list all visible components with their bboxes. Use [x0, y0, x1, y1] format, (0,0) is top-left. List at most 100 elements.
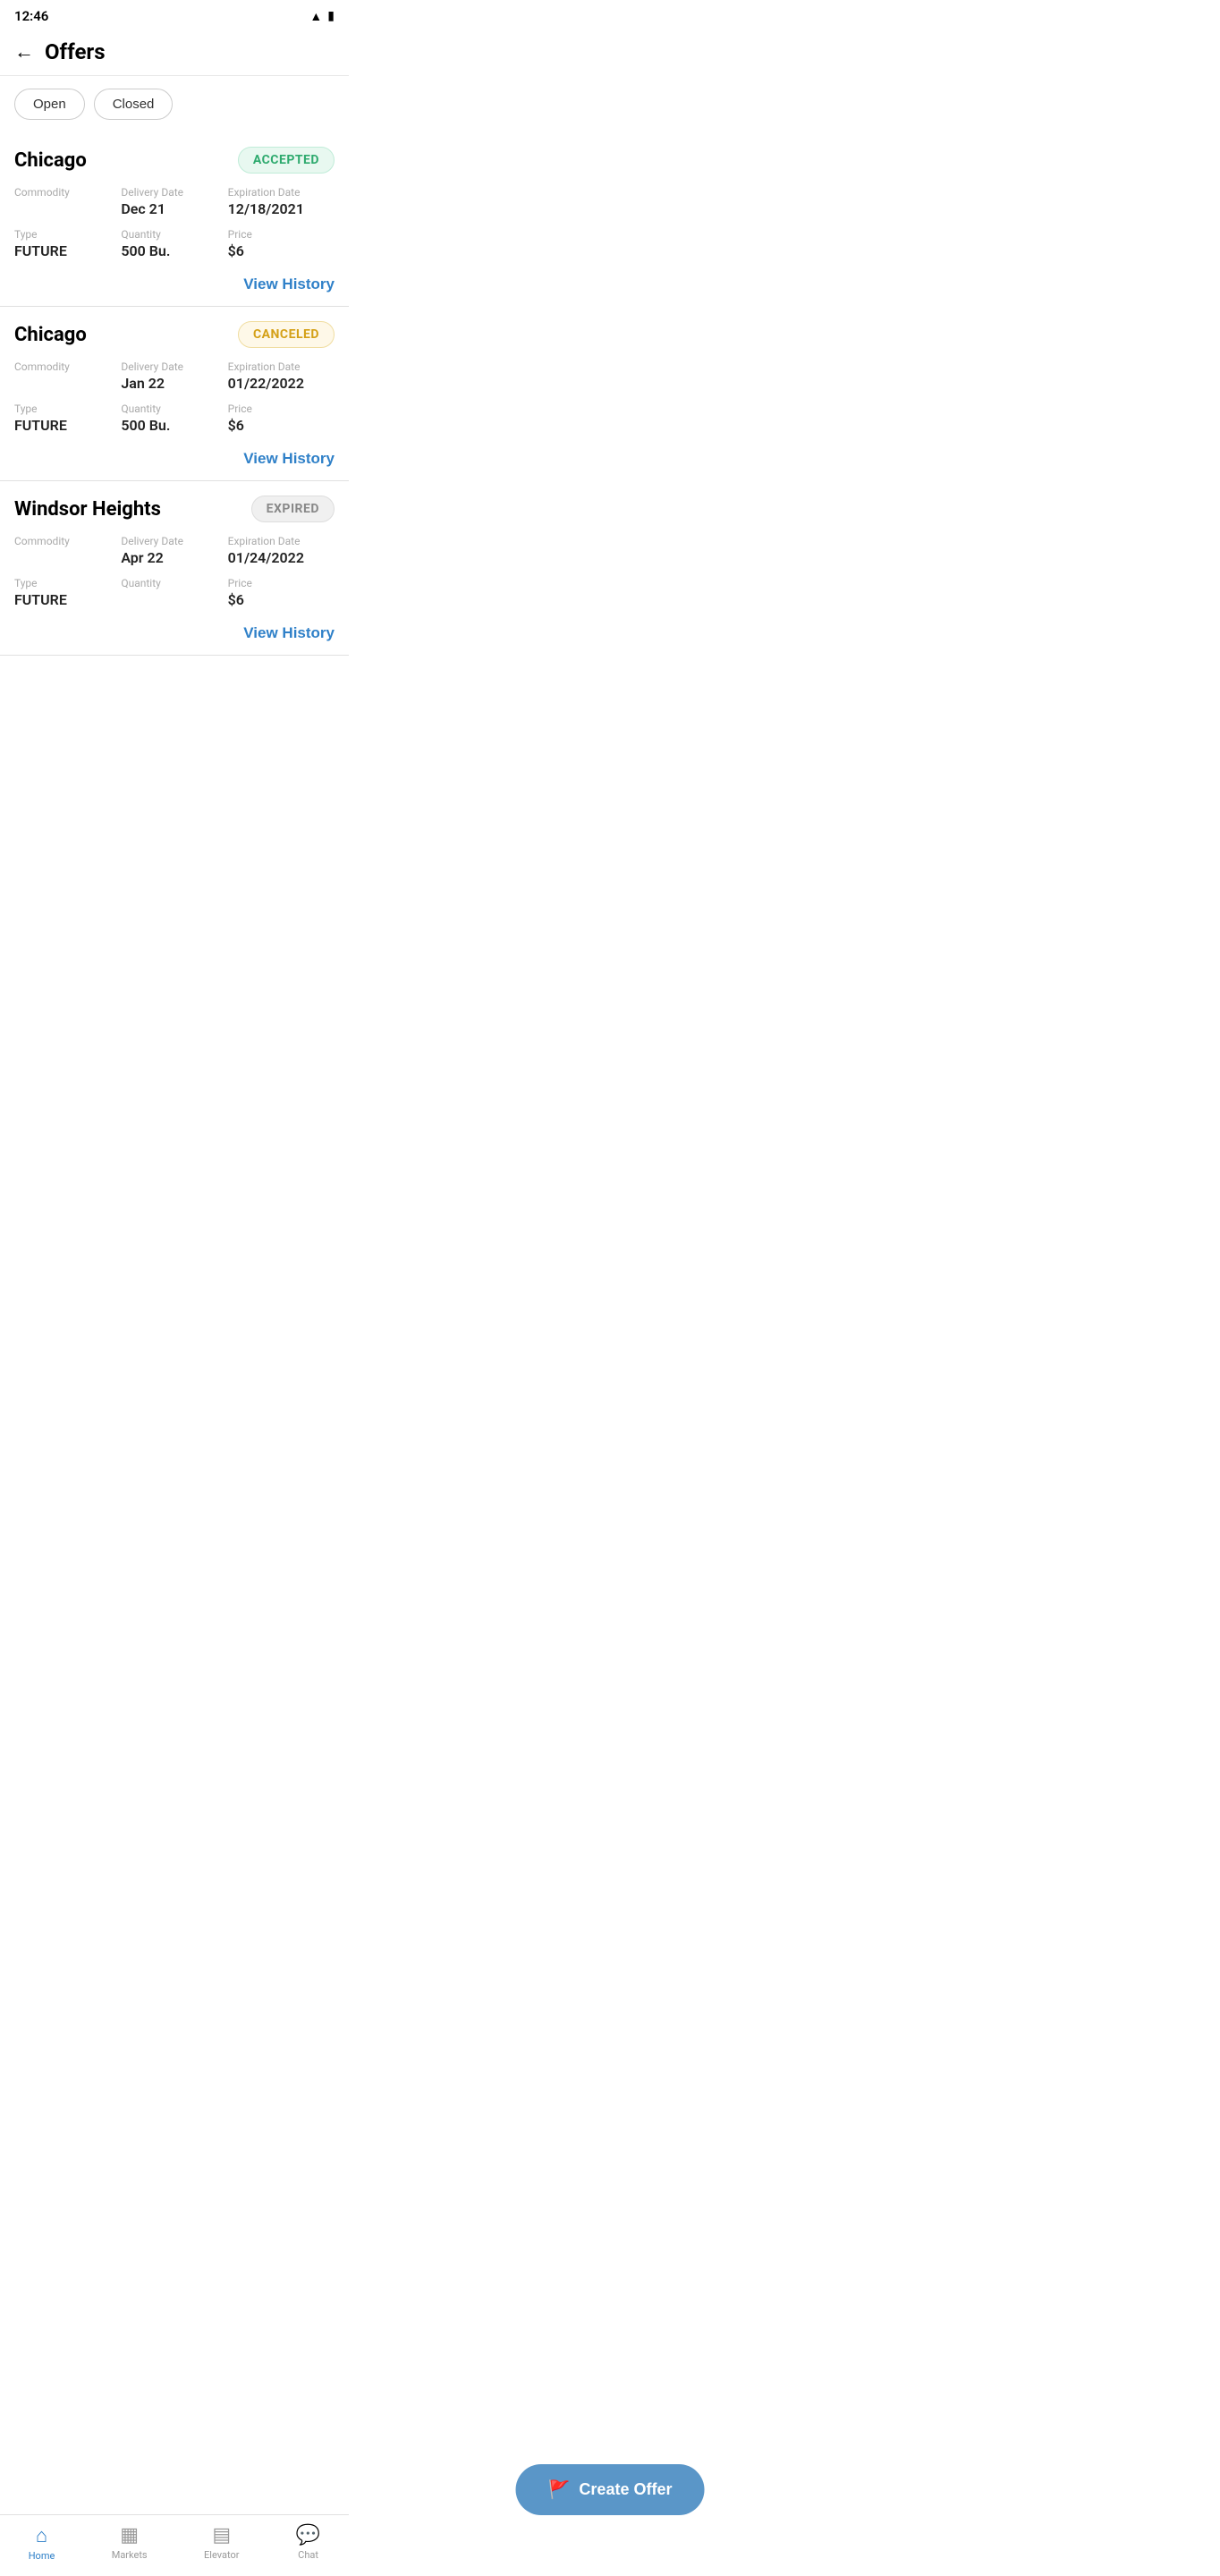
- price-value-2: $6: [228, 417, 335, 434]
- delivery-date-value-1: Dec 21: [121, 200, 227, 217]
- offer-status-badge-3: EXPIRED: [251, 496, 335, 522]
- nav-label-markets: Markets: [112, 2549, 148, 2561]
- delivery-date-value-3: Apr 22: [121, 549, 227, 566]
- price-label-3: Price: [228, 577, 335, 589]
- offers-list: Chicago ACCEPTED Commodity Delivery Date…: [0, 132, 349, 781]
- header: ← Offers: [0, 32, 349, 76]
- delivery-date-group-2: Delivery Date Jan 22: [121, 360, 227, 392]
- type-label-1: Type: [14, 228, 121, 241]
- offer-status-badge-1: ACCEPTED: [238, 147, 335, 174]
- delivery-date-label-2: Delivery Date: [121, 360, 227, 373]
- offer-grid-2: Commodity Delivery Date Jan 22 Expiratio…: [14, 360, 335, 434]
- offer-location-1: Chicago: [14, 149, 87, 172]
- quantity-label-1: Quantity: [121, 228, 227, 241]
- view-history-row-3: View History: [14, 614, 335, 655]
- nav-item-chat[interactable]: 💬 Chat: [296, 2524, 320, 2562]
- offer-grid-3: Commodity Delivery Date Apr 22 Expiratio…: [14, 535, 335, 608]
- view-history-row-1: View History: [14, 265, 335, 306]
- price-label-1: Price: [228, 228, 335, 241]
- back-button[interactable]: ←: [14, 40, 34, 64]
- price-value-1: $6: [228, 242, 335, 259]
- nav-item-home[interactable]: ⌂ Home: [29, 2524, 55, 2562]
- nav-label-chat: Chat: [298, 2549, 318, 2561]
- commodity-group-2: Commodity: [14, 360, 121, 392]
- quantity-label-2: Quantity: [121, 402, 227, 415]
- offer-card-2: Chicago CANCELED Commodity Delivery Date…: [0, 307, 349, 481]
- status-icons: ▲ ▮: [309, 9, 335, 24]
- delivery-date-group-1: Delivery Date Dec 21: [121, 186, 227, 217]
- offer-card-1: Chicago ACCEPTED Commodity Delivery Date…: [0, 132, 349, 307]
- price-value-3: $6: [228, 591, 335, 608]
- expiration-date-value-2: 01/22/2022: [228, 375, 335, 392]
- commodity-group-1: Commodity: [14, 186, 121, 217]
- page-title: Offers: [45, 39, 106, 64]
- filter-closed-button[interactable]: Closed: [94, 89, 174, 120]
- home-icon: ⌂: [36, 2524, 47, 2547]
- status-time: 12:46: [14, 8, 48, 24]
- markets-icon: ▦: [120, 2524, 139, 2546]
- expiration-date-label-2: Expiration Date: [228, 360, 335, 373]
- nav-item-markets[interactable]: ▦ Markets: [112, 2524, 148, 2562]
- create-offer-container: 🚩 Create Offer: [516, 2464, 705, 2515]
- quantity-value-2: 500 Bu.: [121, 417, 227, 434]
- quantity-label-3: Quantity: [121, 577, 227, 589]
- create-offer-icon: 🚩: [548, 2479, 571, 2501]
- type-group-1: Type FUTURE: [14, 228, 121, 259]
- quantity-group-3: Quantity: [121, 577, 227, 608]
- view-history-row-2: View History: [14, 439, 335, 480]
- type-value-2: FUTURE: [14, 417, 121, 434]
- quantity-group-1: Quantity 500 Bu.: [121, 228, 227, 259]
- nav-item-elevator[interactable]: ▤ Elevator: [204, 2524, 239, 2562]
- view-history-button-1[interactable]: View History: [243, 275, 335, 293]
- delivery-date-label-3: Delivery Date: [121, 535, 227, 547]
- price-group-1: Price $6: [228, 228, 335, 259]
- expiration-date-group-1: Expiration Date 12/18/2021: [228, 186, 335, 217]
- offer-status-badge-2: CANCELED: [238, 321, 335, 348]
- expiration-date-label-1: Expiration Date: [228, 186, 335, 199]
- filter-bar: Open Closed: [0, 76, 349, 132]
- type-group-2: Type FUTURE: [14, 402, 121, 434]
- wifi-icon: ▲: [309, 9, 322, 24]
- quantity-group-2: Quantity 500 Bu.: [121, 402, 227, 434]
- offer-location-2: Chicago: [14, 324, 87, 346]
- type-label-2: Type: [14, 402, 121, 415]
- nav-label-elevator: Elevator: [204, 2549, 239, 2561]
- expiration-date-value-1: 12/18/2021: [228, 200, 335, 217]
- commodity-label-2: Commodity: [14, 360, 121, 373]
- bottom-nav: ⌂ Home ▦ Markets ▤ Elevator 💬 Chat: [0, 2514, 349, 2576]
- nav-label-home: Home: [29, 2550, 55, 2562]
- offer-header-2: Chicago CANCELED: [14, 321, 335, 348]
- view-history-button-2[interactable]: View History: [243, 450, 335, 468]
- expiration-date-value-3: 01/24/2022: [228, 549, 335, 566]
- elevator-icon: ▤: [212, 2524, 231, 2546]
- create-offer-label: Create Offer: [579, 2480, 672, 2499]
- create-offer-button[interactable]: 🚩 Create Offer: [516, 2464, 705, 2515]
- delivery-date-value-2: Jan 22: [121, 375, 227, 392]
- status-bar: 12:46 ▲ ▮: [0, 0, 349, 32]
- filter-open-button[interactable]: Open: [14, 89, 85, 120]
- price-label-2: Price: [228, 402, 335, 415]
- price-group-2: Price $6: [228, 402, 335, 434]
- type-group-3: Type FUTURE: [14, 577, 121, 608]
- commodity-group-3: Commodity: [14, 535, 121, 566]
- commodity-label-3: Commodity: [14, 535, 121, 547]
- offer-header-3: Windsor Heights EXPIRED: [14, 496, 335, 522]
- type-label-3: Type: [14, 577, 121, 589]
- expiration-date-group-2: Expiration Date 01/22/2022: [228, 360, 335, 392]
- expiration-date-group-3: Expiration Date 01/24/2022: [228, 535, 335, 566]
- offer-location-3: Windsor Heights: [14, 498, 161, 521]
- expiration-date-label-3: Expiration Date: [228, 535, 335, 547]
- price-group-3: Price $6: [228, 577, 335, 608]
- view-history-button-3[interactable]: View History: [243, 624, 335, 642]
- delivery-date-group-3: Delivery Date Apr 22: [121, 535, 227, 566]
- type-value-1: FUTURE: [14, 242, 121, 259]
- battery-icon: ▮: [327, 9, 335, 23]
- commodity-label-1: Commodity: [14, 186, 121, 199]
- offer-card-3: Windsor Heights EXPIRED Commodity Delive…: [0, 481, 349, 656]
- chat-icon: 💬: [296, 2524, 320, 2546]
- offer-grid-1: Commodity Delivery Date Dec 21 Expiratio…: [14, 186, 335, 259]
- quantity-value-1: 500 Bu.: [121, 242, 227, 259]
- type-value-3: FUTURE: [14, 591, 121, 608]
- delivery-date-label-1: Delivery Date: [121, 186, 227, 199]
- offer-header-1: Chicago ACCEPTED: [14, 147, 335, 174]
